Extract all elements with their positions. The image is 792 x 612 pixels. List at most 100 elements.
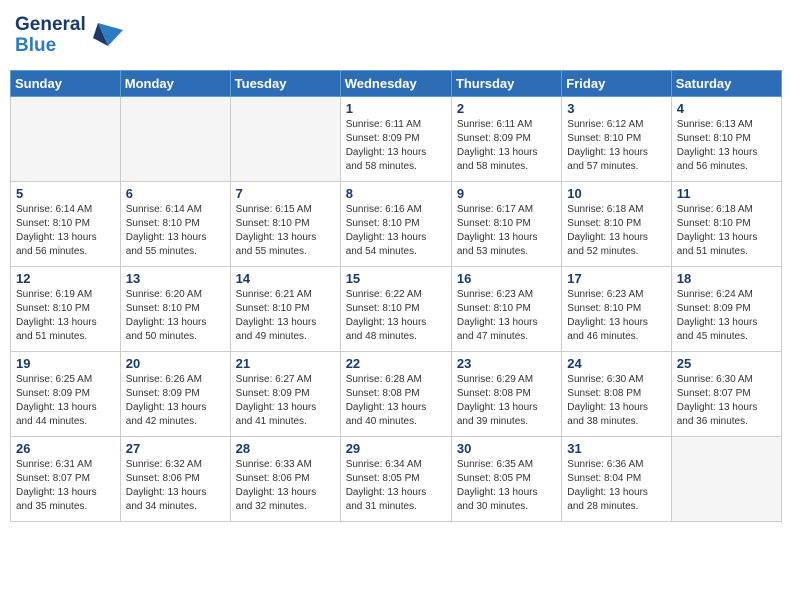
day-info: Sunrise: 6:25 AM Sunset: 8:09 PM Dayligh…	[16, 373, 115, 429]
day-number: 23	[457, 356, 556, 371]
day-info: Sunrise: 6:32 AM Sunset: 8:06 PM Dayligh…	[126, 458, 225, 514]
day-info: Sunrise: 6:33 AM Sunset: 8:06 PM Dayligh…	[236, 458, 335, 514]
calendar-cell: 12 Sunrise: 6:19 AM Sunset: 8:10 PM Dayli…	[11, 266, 121, 351]
day-number: 17	[567, 271, 665, 286]
day-number: 5	[16, 186, 115, 201]
day-info: Sunrise: 6:18 AM Sunset: 8:10 PM Dayligh…	[567, 203, 665, 259]
weekday-header-tuesday: Tuesday	[230, 70, 340, 96]
calendar-cell: 16Sunrise: 6:23 AM Sunset: 8:10 PM Dayli…	[451, 266, 561, 351]
day-number: 27	[126, 441, 225, 456]
day-info: Sunrise: 6:14 AM Sunset: 8:10 PM Dayligh…	[126, 203, 225, 259]
day-info: Sunrise: 6:31 AM Sunset: 8:07 PM Dayligh…	[16, 458, 115, 514]
calendar-cell: 19 Sunrise: 6:25 AM Sunset: 8:09 PM Dayli…	[11, 351, 121, 436]
page-header: General Blue	[10, 10, 782, 62]
day-info: Sunrise: 6:24 AM Sunset: 8:09 PM Dayligh…	[677, 288, 776, 344]
day-number: 29	[346, 441, 446, 456]
calendar-cell: 2Sunrise: 6:11 AM Sunset: 8:09 PM Daylig…	[451, 96, 561, 181]
day-info: Sunrise: 6:30 AM Sunset: 8:07 PM Dayligh…	[677, 373, 776, 429]
day-info: Sunrise: 6:30 AM Sunset: 8:08 PM Dayligh…	[567, 373, 665, 429]
day-number: 12	[16, 271, 115, 286]
day-number: 18	[677, 271, 776, 286]
calendar-table: SundayMondayTuesdayWednesdayThursdayFrid…	[10, 70, 782, 522]
day-number: 25	[677, 356, 776, 371]
weekday-header-thursday: Thursday	[451, 70, 561, 96]
day-info: Sunrise: 6:16 AM Sunset: 8:10 PM Dayligh…	[346, 203, 446, 259]
calendar-cell: 29 Sunrise: 6:34 AM Sunset: 8:05 PM Dayli…	[340, 436, 451, 521]
calendar-cell: 26Sunrise: 6:31 AM Sunset: 8:07 PM Dayli…	[11, 436, 121, 521]
calendar-week-3: 19 Sunrise: 6:25 AM Sunset: 8:09 PM Dayli…	[11, 351, 782, 436]
day-number: 19	[16, 356, 115, 371]
calendar-cell	[671, 436, 781, 521]
day-number: 9	[457, 186, 556, 201]
day-info: Sunrise: 6:23 AM Sunset: 8:10 PM Dayligh…	[567, 288, 665, 344]
calendar-week-0: 1 Sunrise: 6:11 AM Sunset: 8:09 PM Daylig…	[11, 96, 782, 181]
weekday-header-saturday: Saturday	[671, 70, 781, 96]
logo: General Blue	[15, 15, 123, 57]
day-info: Sunrise: 6:22 AM Sunset: 8:10 PM Dayligh…	[346, 288, 446, 344]
calendar-cell: 23 Sunrise: 6:29 AM Sunset: 8:08 PM Dayli…	[451, 351, 561, 436]
weekday-header-sunday: Sunday	[11, 70, 121, 96]
day-number: 28	[236, 441, 335, 456]
day-info: Sunrise: 6:13 AM Sunset: 8:10 PM Dayligh…	[677, 118, 776, 174]
day-number: 1	[346, 101, 446, 116]
calendar-cell: 10 Sunrise: 6:18 AM Sunset: 8:10 PM Dayli…	[562, 181, 671, 266]
day-info: Sunrise: 6:14 AM Sunset: 8:10 PM Dayligh…	[16, 203, 115, 259]
weekday-header-monday: Monday	[120, 70, 230, 96]
day-info: Sunrise: 6:17 AM Sunset: 8:10 PM Dayligh…	[457, 203, 556, 259]
day-number: 14	[236, 271, 335, 286]
day-info: Sunrise: 6:11 AM Sunset: 8:09 PM Dayligh…	[457, 118, 556, 174]
day-info: Sunrise: 6:35 AM Sunset: 8:05 PM Dayligh…	[457, 458, 556, 514]
calendar-cell: 9 Sunrise: 6:17 AM Sunset: 8:10 PM Daylig…	[451, 181, 561, 266]
calendar-cell: 30 Sunrise: 6:35 AM Sunset: 8:05 PM Dayli…	[451, 436, 561, 521]
calendar-cell: 5 Sunrise: 6:14 AM Sunset: 8:10 PM Daylig…	[11, 181, 121, 266]
calendar-cell: 11Sunrise: 6:18 AM Sunset: 8:10 PM Dayli…	[671, 181, 781, 266]
day-number: 22	[346, 356, 446, 371]
calendar-cell: 22 Sunrise: 6:28 AM Sunset: 8:08 PM Dayli…	[340, 351, 451, 436]
calendar-cell: 17 Sunrise: 6:23 AM Sunset: 8:10 PM Dayli…	[562, 266, 671, 351]
day-info: Sunrise: 6:36 AM Sunset: 8:04 PM Dayligh…	[567, 458, 665, 514]
day-number: 4	[677, 101, 776, 116]
day-number: 10	[567, 186, 665, 201]
day-info: Sunrise: 6:28 AM Sunset: 8:08 PM Dayligh…	[346, 373, 446, 429]
calendar-cell: 13 Sunrise: 6:20 AM Sunset: 8:10 PM Dayli…	[120, 266, 230, 351]
calendar-week-2: 12 Sunrise: 6:19 AM Sunset: 8:10 PM Dayli…	[11, 266, 782, 351]
day-number: 21	[236, 356, 335, 371]
calendar-header-row: SundayMondayTuesdayWednesdayThursdayFrid…	[11, 70, 782, 96]
day-number: 6	[126, 186, 225, 201]
day-info: Sunrise: 6:21 AM Sunset: 8:10 PM Dayligh…	[236, 288, 335, 344]
day-number: 31	[567, 441, 665, 456]
day-info: Sunrise: 6:18 AM Sunset: 8:10 PM Dayligh…	[677, 203, 776, 259]
calendar-cell	[120, 96, 230, 181]
day-number: 7	[236, 186, 335, 201]
weekday-header-wednesday: Wednesday	[340, 70, 451, 96]
day-info: Sunrise: 6:15 AM Sunset: 8:10 PM Dayligh…	[236, 203, 335, 259]
day-info: Sunrise: 6:12 AM Sunset: 8:10 PM Dayligh…	[567, 118, 665, 174]
calendar-cell: 7 Sunrise: 6:15 AM Sunset: 8:10 PM Daylig…	[230, 181, 340, 266]
calendar-cell: 18 Sunrise: 6:24 AM Sunset: 8:09 PM Dayli…	[671, 266, 781, 351]
day-info: Sunrise: 6:29 AM Sunset: 8:08 PM Dayligh…	[457, 373, 556, 429]
day-number: 20	[126, 356, 225, 371]
calendar-cell: 31 Sunrise: 6:36 AM Sunset: 8:04 PM Dayli…	[562, 436, 671, 521]
day-number: 30	[457, 441, 556, 456]
day-info: Sunrise: 6:23 AM Sunset: 8:10 PM Dayligh…	[457, 288, 556, 344]
calendar-cell: 4 Sunrise: 6:13 AM Sunset: 8:10 PM Daylig…	[671, 96, 781, 181]
logo-text-blue: Blue	[15, 36, 86, 57]
day-number: 13	[126, 271, 225, 286]
calendar-cell: 28 Sunrise: 6:33 AM Sunset: 8:06 PM Dayli…	[230, 436, 340, 521]
calendar-cell: 24 Sunrise: 6:30 AM Sunset: 8:08 PM Dayli…	[562, 351, 671, 436]
day-info: Sunrise: 6:20 AM Sunset: 8:10 PM Dayligh…	[126, 288, 225, 344]
day-number: 8	[346, 186, 446, 201]
weekday-header-friday: Friday	[562, 70, 671, 96]
day-info: Sunrise: 6:11 AM Sunset: 8:09 PM Dayligh…	[346, 118, 446, 174]
day-info: Sunrise: 6:27 AM Sunset: 8:09 PM Dayligh…	[236, 373, 335, 429]
calendar-week-4: 26Sunrise: 6:31 AM Sunset: 8:07 PM Dayli…	[11, 436, 782, 521]
day-info: Sunrise: 6:19 AM Sunset: 8:10 PM Dayligh…	[16, 288, 115, 344]
calendar-cell	[11, 96, 121, 181]
day-number: 24	[567, 356, 665, 371]
logo-text-general: General	[15, 15, 86, 36]
calendar-cell: 14 Sunrise: 6:21 AM Sunset: 8:10 PM Dayli…	[230, 266, 340, 351]
calendar-cell: 21 Sunrise: 6:27 AM Sunset: 8:09 PM Dayli…	[230, 351, 340, 436]
day-info: Sunrise: 6:34 AM Sunset: 8:05 PM Dayligh…	[346, 458, 446, 514]
day-number: 15	[346, 271, 446, 286]
calendar-cell: 25 Sunrise: 6:30 AM Sunset: 8:07 PM Dayli…	[671, 351, 781, 436]
